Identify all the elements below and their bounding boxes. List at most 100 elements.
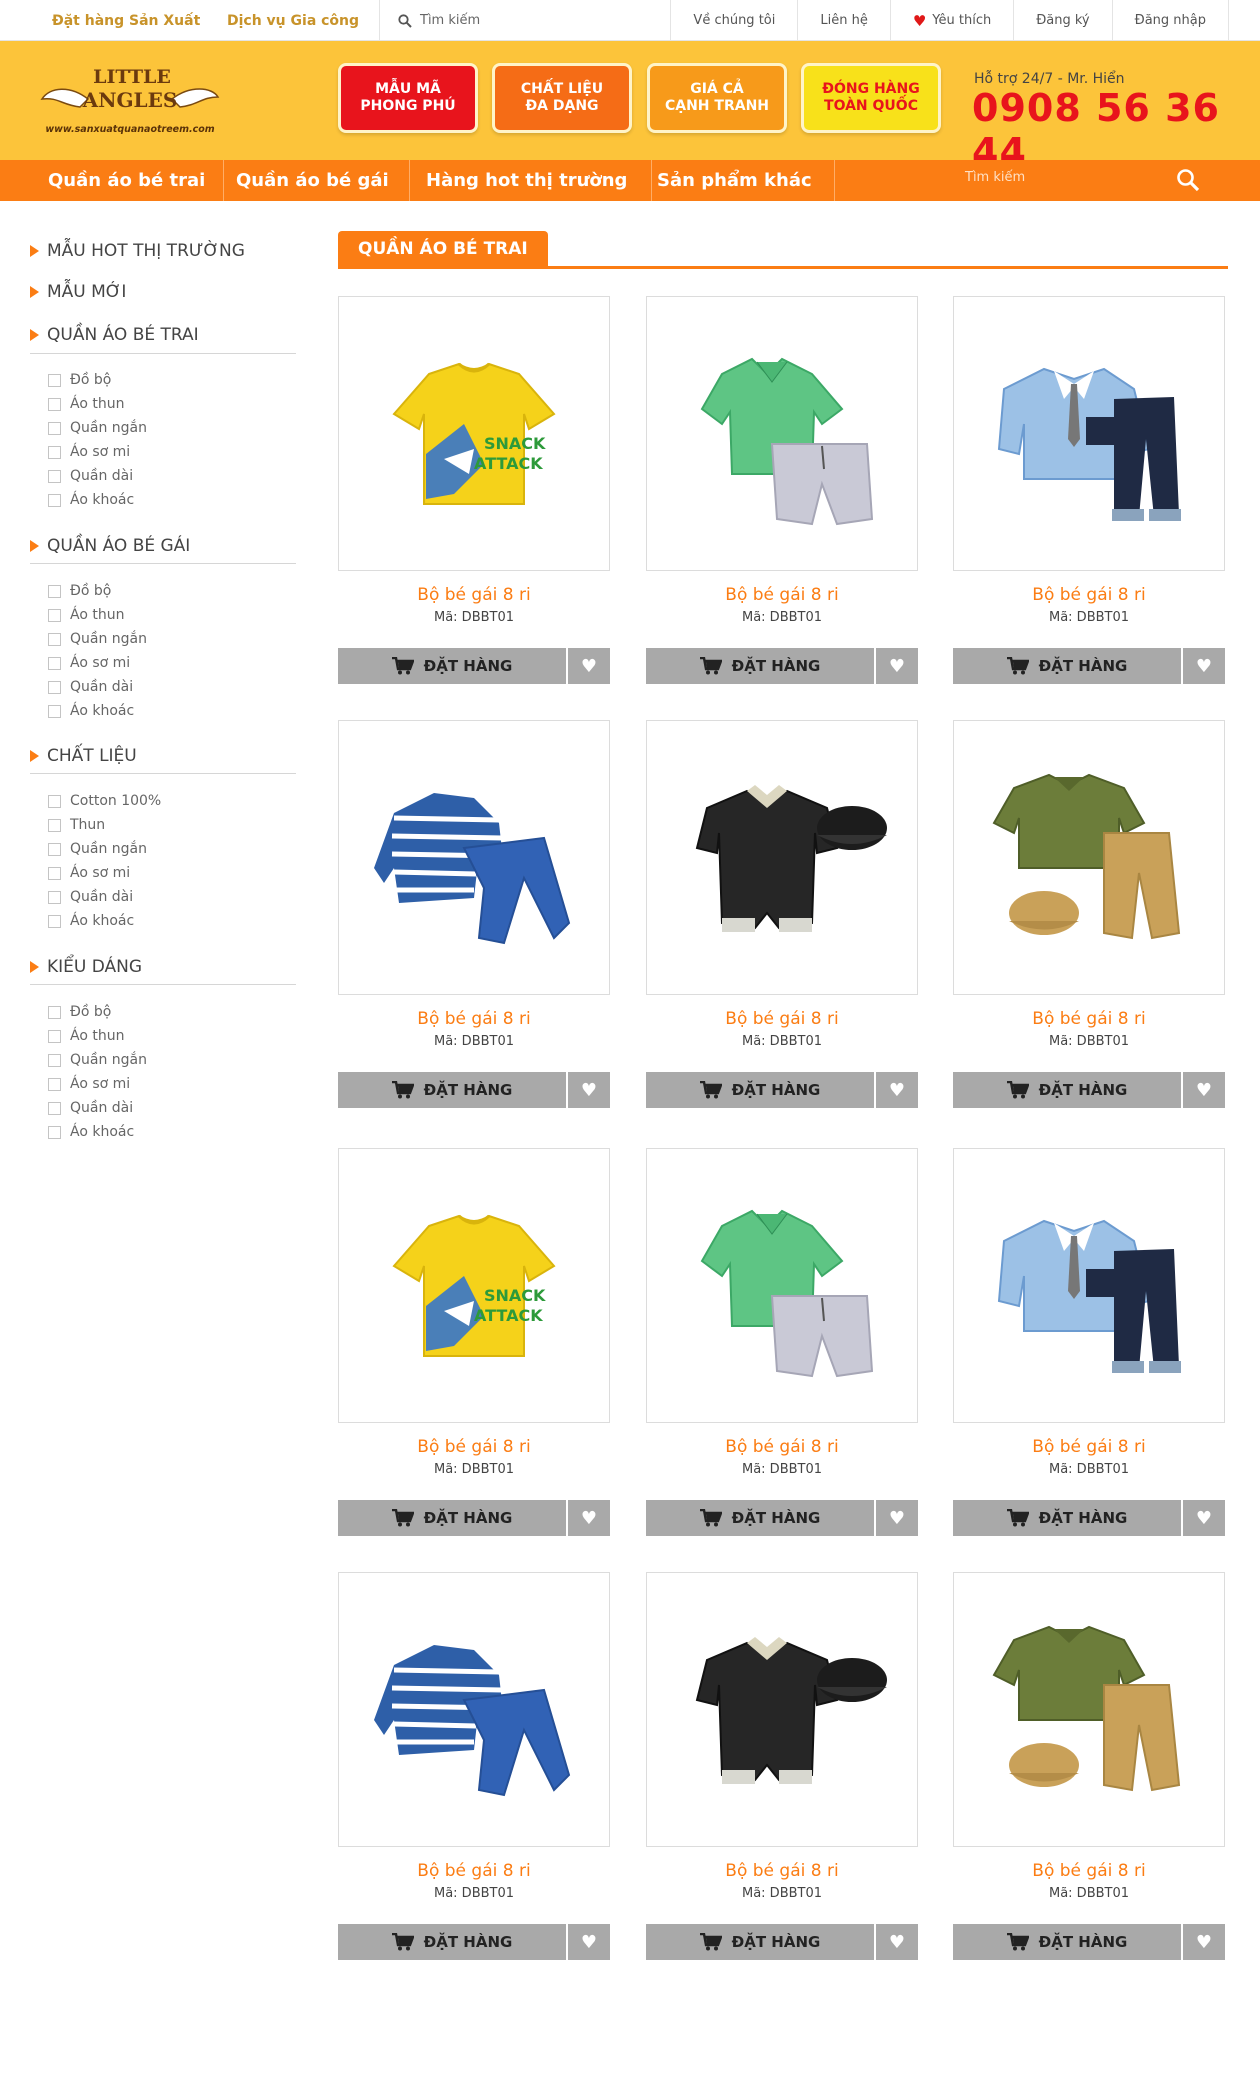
- product-card[interactable]: Bộ bé gái 8 ri Mã: DBBT01 ĐẶT HÀNG ♥: [646, 1572, 918, 1960]
- sidebar-hot-link[interactable]: MẪU HOT THỊ TRƯỜNG: [30, 241, 245, 261]
- product-image[interactable]: [953, 720, 1225, 995]
- nav-other-products[interactable]: Sản phẩm khác: [637, 160, 835, 201]
- nav-search-input[interactable]: Tìm kiếm: [965, 170, 1025, 185]
- product-name[interactable]: Bộ bé gái 8 ri: [338, 1861, 610, 1881]
- filter-checkbox[interactable]: Áo thun: [48, 607, 124, 623]
- favorite-button[interactable]: ♥: [568, 1924, 610, 1960]
- order-button[interactable]: ĐẶT HÀNG: [953, 1072, 1181, 1108]
- order-button[interactable]: ĐẶT HÀNG: [953, 1500, 1181, 1536]
- favorite-button[interactable]: ♥: [876, 1072, 918, 1108]
- about-link[interactable]: Về chúng tôi: [670, 0, 797, 41]
- contact-link[interactable]: Liên hệ: [797, 0, 889, 41]
- product-card[interactable]: Bộ bé gái 8 ri Mã: DBBT01 ĐẶT HÀNG ♥: [646, 720, 918, 1108]
- filter-checkbox[interactable]: Đồ bộ: [48, 372, 111, 388]
- nav-boys-clothes[interactable]: Quần áo bé trai: [28, 160, 225, 201]
- favorite-button[interactable]: ♥: [568, 648, 610, 684]
- product-name[interactable]: Bộ bé gái 8 ri: [646, 1861, 918, 1881]
- product-image[interactable]: [953, 296, 1225, 571]
- order-button[interactable]: ĐẶT HÀNG: [953, 648, 1181, 684]
- sidebar-group-girls[interactable]: QUẦN ÁO BÉ GÁI: [30, 536, 190, 556]
- outsourcing-service-link[interactable]: Dịch vụ Gia công: [227, 13, 359, 29]
- order-button[interactable]: ĐẶT HÀNG: [338, 648, 566, 684]
- product-image[interactable]: [953, 1572, 1225, 1847]
- filter-checkbox[interactable]: Áo sơ mi: [48, 1076, 130, 1092]
- product-image[interactable]: [953, 1148, 1225, 1423]
- product-image[interactable]: [646, 296, 918, 571]
- nav-hot-items[interactable]: Hàng hot thị trường: [404, 160, 653, 201]
- product-image[interactable]: SNACK ATTACK: [338, 296, 610, 571]
- order-button[interactable]: ĐẶT HÀNG: [338, 1924, 566, 1960]
- order-button[interactable]: ĐẶT HÀNG: [338, 1072, 566, 1108]
- product-image[interactable]: [646, 1148, 918, 1423]
- filter-checkbox[interactable]: Cotton 100%: [48, 793, 161, 809]
- favorite-button[interactable]: ♥: [876, 1500, 918, 1536]
- order-production-link[interactable]: Đặt hàng Sản Xuất: [52, 13, 200, 29]
- product-image[interactable]: [646, 1572, 918, 1847]
- sidebar-group-style[interactable]: KIỂU DÁNG: [30, 957, 142, 977]
- favorite-link[interactable]: ♥ Yêu thích: [889, 0, 1013, 41]
- filter-checkbox[interactable]: Quần ngắn: [48, 1052, 147, 1068]
- product-name[interactable]: Bộ bé gái 8 ri: [646, 1009, 918, 1029]
- product-card[interactable]: Bộ bé gái 8 ri Mã: DBBT01 ĐẶT HÀNG ♥: [953, 1572, 1225, 1960]
- product-card[interactable]: Bộ bé gái 8 ri Mã: DBBT01 ĐẶT HÀNG ♥: [953, 720, 1225, 1108]
- sidebar-group-material[interactable]: CHẤT LIỆU: [30, 746, 137, 766]
- product-card[interactable]: SNACK ATTACK Bộ bé gái 8 ri Mã: DBBT01 ĐẶT H…: [338, 296, 610, 684]
- product-name[interactable]: Bộ bé gái 8 ri: [646, 585, 918, 605]
- order-button[interactable]: ĐẶT HÀNG: [953, 1924, 1181, 1960]
- product-card[interactable]: Bộ bé gái 8 ri Mã: DBBT01 ĐẶT HÀNG ♥: [646, 1148, 918, 1536]
- register-link[interactable]: Đăng ký: [1013, 0, 1111, 41]
- product-name[interactable]: Bộ bé gái 8 ri: [338, 1009, 610, 1029]
- product-name[interactable]: Bộ bé gái 8 ri: [953, 585, 1225, 605]
- login-link[interactable]: Đăng nhập: [1111, 0, 1229, 41]
- product-card[interactable]: Bộ bé gái 8 ri Mã: DBBT01 ĐẶT HÀNG ♥: [953, 1148, 1225, 1536]
- filter-checkbox[interactable]: Áo khoác: [48, 492, 134, 508]
- product-name[interactable]: Bộ bé gái 8 ri: [646, 1437, 918, 1457]
- filter-checkbox[interactable]: Áo sơ mi: [48, 865, 130, 881]
- favorite-button[interactable]: ♥: [1183, 648, 1225, 684]
- filter-checkbox[interactable]: Quần ngắn: [48, 631, 147, 647]
- filter-checkbox[interactable]: Áo khoác: [48, 1124, 134, 1140]
- top-search-input[interactable]: Tìm kiếm: [379, 0, 689, 41]
- favorite-button[interactable]: ♥: [1183, 1500, 1225, 1536]
- filter-checkbox[interactable]: Áo sơ mi: [48, 655, 130, 671]
- product-name[interactable]: Bộ bé gái 8 ri: [953, 1861, 1225, 1881]
- filter-checkbox[interactable]: Quần ngắn: [48, 841, 147, 857]
- order-button[interactable]: ĐẶT HÀNG: [646, 1924, 874, 1960]
- filter-checkbox[interactable]: Quần dài: [48, 679, 133, 695]
- filter-checkbox[interactable]: Quần dài: [48, 468, 133, 484]
- filter-checkbox[interactable]: Áo khoác: [48, 913, 134, 929]
- filter-checkbox[interactable]: Đồ bộ: [48, 583, 111, 599]
- product-name[interactable]: Bộ bé gái 8 ri: [953, 1437, 1225, 1457]
- filter-checkbox[interactable]: Áo sơ mi: [48, 444, 130, 460]
- filter-checkbox[interactable]: Áo khoác: [48, 703, 134, 719]
- filter-checkbox[interactable]: Áo thun: [48, 1028, 124, 1044]
- product-image[interactable]: [338, 1572, 610, 1847]
- product-image[interactable]: SNACK ATTACK: [338, 1148, 610, 1423]
- favorite-button[interactable]: ♥: [876, 1924, 918, 1960]
- order-button[interactable]: ĐẶT HÀNG: [646, 1072, 874, 1108]
- search-icon[interactable]: [1176, 168, 1200, 192]
- product-card[interactable]: Bộ bé gái 8 ri Mã: DBBT01 ĐẶT HÀNG ♥: [646, 296, 918, 684]
- product-card[interactable]: Bộ bé gái 8 ri Mã: DBBT01 ĐẶT HÀNG ♥: [953, 296, 1225, 684]
- filter-checkbox[interactable]: Áo thun: [48, 396, 124, 412]
- filter-checkbox[interactable]: Thun: [48, 817, 105, 833]
- product-name[interactable]: Bộ bé gái 8 ri: [338, 585, 610, 605]
- product-name[interactable]: Bộ bé gái 8 ri: [338, 1437, 610, 1457]
- filter-checkbox[interactable]: Quần ngắn: [48, 420, 147, 436]
- product-card[interactable]: Bộ bé gái 8 ri Mã: DBBT01 ĐẶT HÀNG ♥: [338, 1572, 610, 1960]
- product-card[interactable]: Bộ bé gái 8 ri Mã: DBBT01 ĐẶT HÀNG ♥: [338, 720, 610, 1108]
- product-image[interactable]: [338, 720, 610, 995]
- sidebar-group-boys[interactable]: QUẦN ÁO BÉ TRAI: [30, 325, 199, 345]
- product-card[interactable]: SNACK ATTACK Bộ bé gái 8 ri Mã: DBBT01 ĐẶT H…: [338, 1148, 610, 1536]
- favorite-button[interactable]: ♥: [876, 648, 918, 684]
- favorite-button[interactable]: ♥: [1183, 1924, 1225, 1960]
- order-button[interactable]: ĐẶT HÀNG: [646, 648, 874, 684]
- favorite-button[interactable]: ♥: [568, 1072, 610, 1108]
- favorite-button[interactable]: ♥: [1183, 1072, 1225, 1108]
- order-button[interactable]: ĐẶT HÀNG: [646, 1500, 874, 1536]
- filter-checkbox[interactable]: Quần dài: [48, 1100, 133, 1116]
- product-image[interactable]: [646, 720, 918, 995]
- sidebar-new-link[interactable]: MẪU MỚI: [30, 282, 126, 302]
- favorite-button[interactable]: ♥: [568, 1500, 610, 1536]
- order-button[interactable]: ĐẶT HÀNG: [338, 1500, 566, 1536]
